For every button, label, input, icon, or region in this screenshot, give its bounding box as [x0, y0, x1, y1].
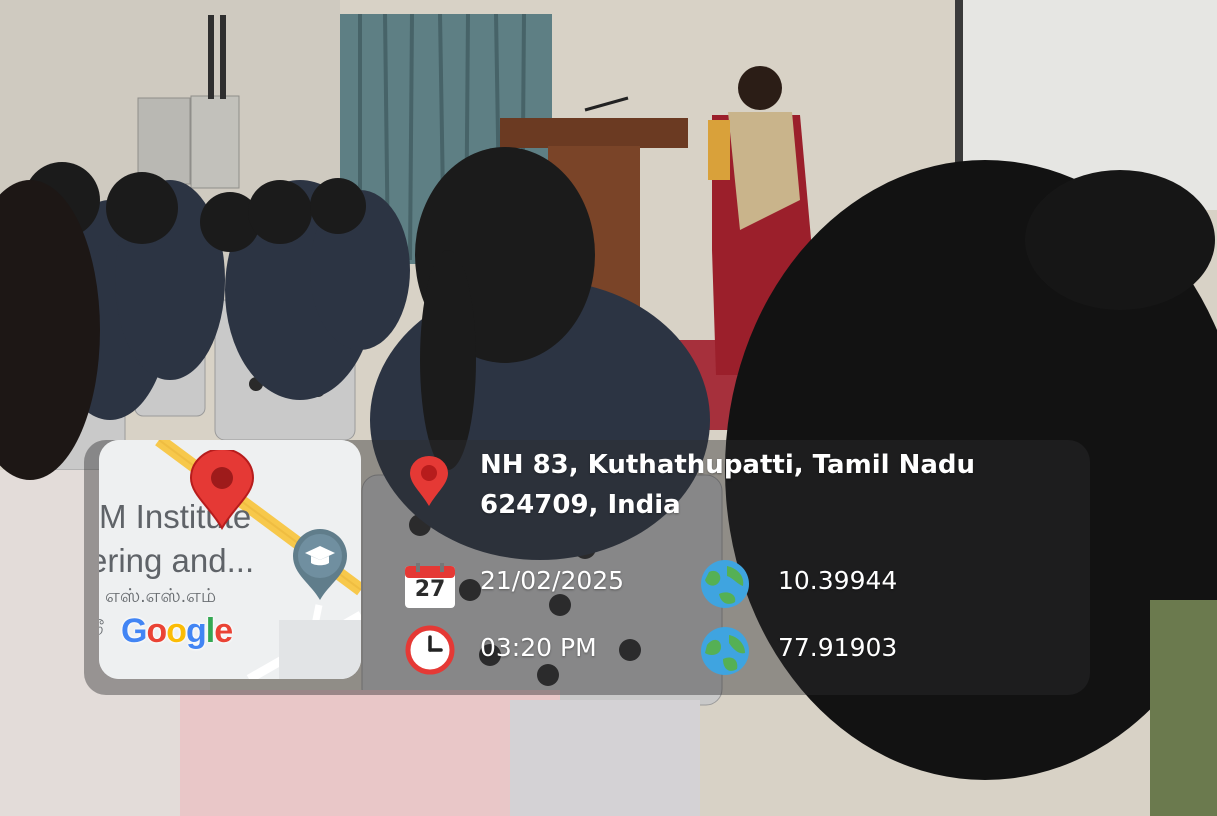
- calendar-day-number: 27: [414, 577, 446, 602]
- google-logo-letter: e: [214, 612, 233, 650]
- calendar-icon: 27: [404, 563, 456, 609]
- google-logo-letter: o: [146, 612, 167, 650]
- google-logo-letter: G: [121, 612, 147, 650]
- map-thumbnail[interactable]: SM Institute ering and... எஸ்.எஸ்.எம் டூ…: [99, 440, 361, 679]
- time-value: 03:20 PM: [480, 633, 597, 662]
- google-logo-letter: g: [186, 612, 207, 650]
- address-line-2: 624709, India: [480, 490, 681, 520]
- globe-icon-longitude: [701, 627, 749, 675]
- clock-icon: [405, 625, 455, 675]
- address-line-1: NH 83, Kuthathupatti, Tamil Nadu: [480, 450, 975, 480]
- latitude-value: 10.39944: [778, 566, 898, 595]
- map-place-label-tamil: எஸ்.எஸ்.எம்: [105, 586, 217, 607]
- location-pin-icon: [410, 456, 448, 506]
- globe-icon-latitude: [701, 560, 749, 608]
- red-map-pin-icon: [189, 450, 255, 530]
- longitude-value: 77.91903: [778, 633, 898, 662]
- date-value: 21/02/2025: [480, 566, 625, 595]
- map-place-label-line2: ering and...: [99, 542, 255, 579]
- google-logo-letter: l: [205, 612, 216, 650]
- google-logo-letter: o: [166, 612, 187, 650]
- google-logo: Google: [121, 612, 233, 651]
- graduation-cap-icon: [293, 529, 347, 600]
- map-place-label-tamil-2: டூ: [99, 616, 104, 638]
